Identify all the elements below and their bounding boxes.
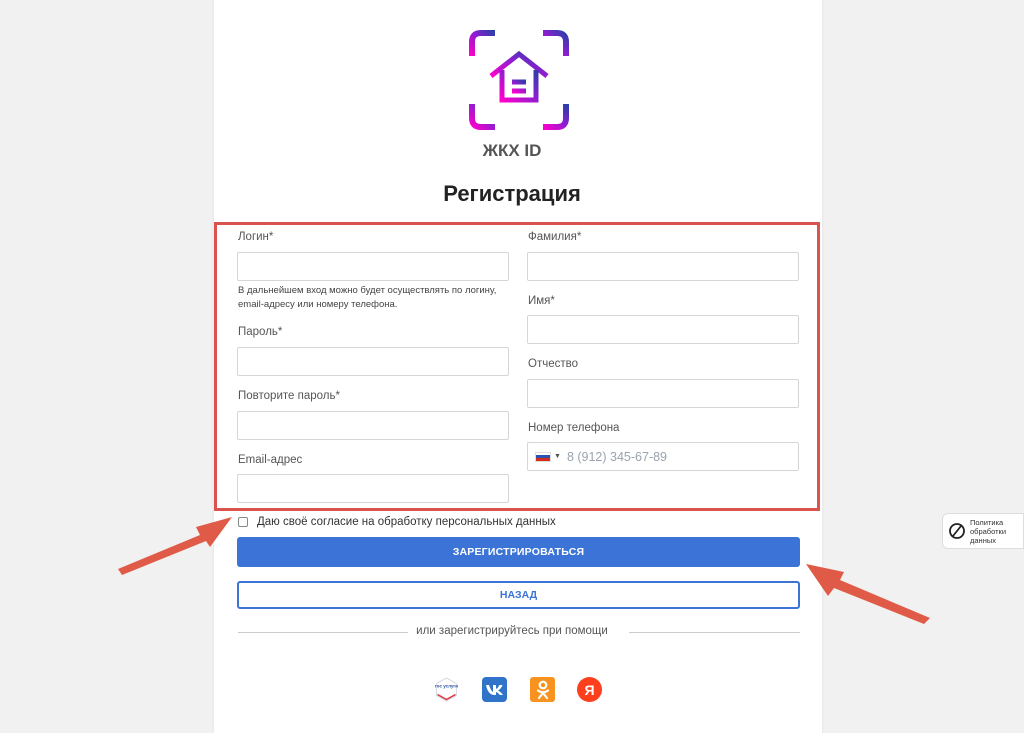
vk-login-button[interactable] <box>482 677 507 702</box>
last-name-label: Фамилия* <box>528 231 582 243</box>
ok-login-button[interactable] <box>530 677 555 702</box>
consent-row: Даю своё согласие на обработку персональ… <box>238 516 556 528</box>
login-hint: В дальнейшем вход можно будет осуществля… <box>238 285 497 310</box>
chevron-down-icon[interactable]: ▼ <box>554 453 561 460</box>
email-label: Email-адрес <box>238 454 303 466</box>
consent-checkbox[interactable] <box>238 517 248 527</box>
zhkh-id-logo <box>469 30 569 130</box>
yandex-login-button[interactable]: Я <box>577 677 602 702</box>
login-field[interactable] <box>237 252 509 281</box>
first-name-field[interactable] <box>527 315 799 344</box>
back-button[interactable]: НАЗАД <box>237 581 800 609</box>
gosuslugi-login-button[interactable]: гос услуги <box>434 677 459 702</box>
brand-name: ЖКХ ID <box>482 141 542 160</box>
page-title: Регистрация <box>443 181 581 206</box>
last-name-field[interactable] <box>527 252 799 281</box>
middle-name-field[interactable] <box>527 379 799 408</box>
consent-label[interactable]: Даю своё согласие на обработку персональ… <box>257 516 556 528</box>
middle-name-label: Отчество <box>528 358 578 370</box>
policy-icon <box>949 523 965 539</box>
divider-text: или зарегистрируйтесь при помощи <box>416 625 608 637</box>
yandex-icon: Я <box>584 681 595 698</box>
login-label: Логин* <box>238 231 274 243</box>
russia-flag-icon[interactable] <box>535 451 551 462</box>
password-label: Пароль* <box>238 326 283 338</box>
vk-icon <box>486 684 503 695</box>
email-field[interactable] <box>237 474 509 503</box>
register-button[interactable]: ЗАРЕГИСТРИРОВАТЬСЯ <box>237 537 800 567</box>
repeat-password-field[interactable] <box>237 411 509 440</box>
data-policy-widget[interactable]: Политика обработки данных <box>942 513 1024 549</box>
data-policy-label: Политика обработки данных <box>970 517 1007 545</box>
password-field[interactable] <box>237 347 509 376</box>
phone-field: ▼ <box>527 442 799 471</box>
odnoklassniki-icon <box>536 680 549 699</box>
gosuslugi-text: гос услуги <box>435 684 458 689</box>
phone-input[interactable] <box>566 449 787 464</box>
first-name-label: Имя* <box>528 295 555 307</box>
repeat-password-label: Повторите пароль* <box>238 390 340 402</box>
phone-label: Номер телефона <box>528 422 620 434</box>
gosuslugi-icon: гос услуги <box>435 677 458 702</box>
